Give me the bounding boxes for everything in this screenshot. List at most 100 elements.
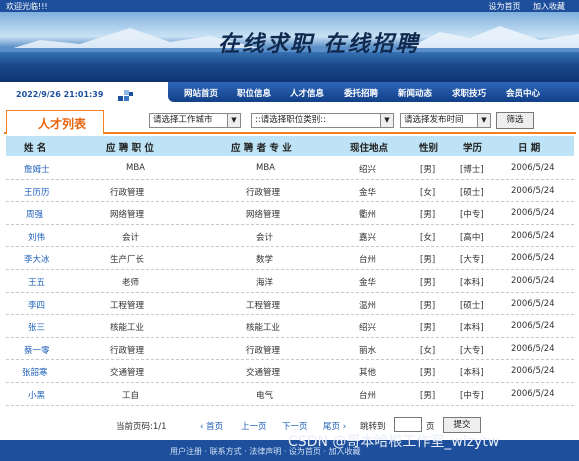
table-row[interactable]: 王五 老师 海洋 金华 [男] [本科] 2006/5/24	[6, 270, 574, 293]
cell-location: 其他	[359, 368, 377, 379]
cell-major: 数学	[256, 255, 274, 266]
cell-gender: [男]	[420, 210, 436, 221]
first-page-link[interactable]: ‹ 首页	[200, 420, 223, 432]
table-row[interactable]: 张三 核能工业 核能工业 绍兴 [男] [本科] 2006/5/24	[6, 315, 574, 338]
decorative-blocks-icon	[118, 90, 133, 101]
table-row[interactable]: 李大冰 生产厂长 数学 台州 [男] [大专] 2006/5/24	[6, 247, 574, 270]
welcome-text: 欢迎光临!!!	[6, 2, 48, 11]
cell-position: 网络管理	[110, 210, 145, 221]
chevron-down-icon: ▼	[380, 114, 393, 127]
top-bar: 欢迎光临!!! 设为首页 加入收藏	[0, 0, 579, 12]
table-row[interactable]: 蔡一零 行政管理 行政管理 丽水 [女] [大专] 2006/5/24	[6, 338, 574, 361]
category-select-value: ::请选择职位类别::	[255, 115, 326, 125]
cell-education: [高中]	[460, 232, 484, 243]
cell-major: 行政管理	[246, 187, 281, 198]
datetime-display: 2022/9/26 21:01:39	[16, 90, 104, 99]
cell-education: [中专]	[460, 390, 484, 401]
cell-position: 工程管理	[110, 300, 145, 311]
watermark-text: CSDN @哥本哈根工作室_wlzytw	[288, 434, 500, 450]
cell-name[interactable]: 詹姆士	[24, 163, 50, 175]
cell-major: 行政管理	[246, 345, 281, 356]
table-header: 姓 名 应 聘 职 位 应 聘 者 专 业 现住地点 性别 学历 日 期	[6, 136, 574, 156]
cell-major: 交通管理	[246, 368, 281, 379]
table-row[interactable]: 小黑 工自 电气 台州 [男] [中专] 2006/5/24	[6, 383, 574, 406]
cell-name[interactable]: 张韶寒	[22, 366, 48, 378]
table-row[interactable]: 周强 网络管理 网络管理 衢州 [男] [中专] 2006/5/24	[6, 202, 574, 225]
category-select[interactable]: ::请选择职位类别:: ▼	[251, 113, 394, 128]
cell-date: 2006/5/24	[511, 253, 555, 264]
city-select-value: 请选择工作城市	[153, 115, 213, 125]
cell-education: [大专]	[460, 255, 484, 266]
cell-major: 电气	[256, 390, 274, 401]
cell-date: 2006/5/24	[511, 343, 555, 354]
cell-date: 2006/5/24	[511, 388, 555, 399]
cell-name[interactable]: 张三	[28, 321, 45, 333]
header-education: 学历	[463, 143, 483, 154]
cell-gender: [女]	[420, 345, 436, 356]
cell-name[interactable]: 李四	[28, 299, 45, 311]
nav-item-news[interactable]: 新闻动态	[398, 87, 432, 99]
cell-name[interactable]: 王五	[28, 276, 45, 288]
table-row[interactable]: 张韶寒 交通管理 交通管理 其他 [男] [本科] 2006/5/24	[6, 360, 574, 383]
table-row[interactable]: 刘伟 会计 会计 嘉兴 [女] [高中] 2006/5/24	[6, 225, 574, 248]
cell-name[interactable]: 小黑	[28, 389, 45, 401]
cell-education: [本科]	[460, 277, 484, 288]
cell-name[interactable]: 王历历	[24, 186, 50, 198]
header-major: 应 聘 者 专 业	[231, 143, 292, 154]
time-select-value: 请选择发布时间	[404, 115, 464, 125]
cell-location: 温州	[359, 300, 377, 311]
cell-education: [大专]	[460, 345, 484, 356]
footer-bar: 用户注册 · 联系方式 · 法律声明 · 设为首页 · 加入收藏 CSDN @哥…	[0, 434, 579, 461]
cell-date: 2006/5/24	[511, 321, 555, 332]
nav-item-member[interactable]: 会员中心	[506, 87, 540, 99]
cell-gender: [男]	[420, 323, 436, 334]
top-links: 设为首页 加入收藏	[478, 1, 565, 12]
cell-education: [硕士]	[460, 187, 484, 198]
table-row[interactable]: 王历历 行政管理 行政管理 金华 [女] [硕士] 2006/5/24	[6, 180, 574, 203]
cell-location: 绍兴	[359, 165, 377, 175]
cell-name[interactable]: 刘伟	[28, 231, 45, 243]
nav-item-home[interactable]: 网站首页	[184, 87, 218, 99]
city-select[interactable]: 请选择工作城市 ▼	[149, 113, 241, 128]
cell-name[interactable]: 李大冰	[24, 253, 50, 265]
cell-position: 工自	[122, 390, 140, 401]
set-home-link[interactable]: 设为首页	[488, 2, 520, 11]
cell-name[interactable]: 蔡一零	[24, 344, 50, 356]
cell-education: [中专]	[460, 210, 484, 221]
cell-gender: [女]	[420, 232, 436, 243]
prev-page-link[interactable]: 上一页	[241, 420, 267, 432]
add-favorite-link[interactable]: 加入收藏	[533, 2, 565, 11]
cell-position: 行政管理	[110, 187, 145, 198]
cell-education: [本科]	[460, 368, 484, 379]
cell-name[interactable]: 周强	[26, 208, 43, 220]
cell-major: 海洋	[256, 277, 274, 288]
cell-location: 台州	[359, 390, 377, 401]
filter-button[interactable]: 筛选	[496, 112, 534, 129]
cell-major: 会计	[256, 232, 274, 243]
cell-date: 2006/5/24	[511, 366, 555, 377]
cell-date: 2006/5/24	[511, 185, 555, 196]
cell-date: 2006/5/24	[511, 163, 555, 173]
cell-date: 2006/5/24	[511, 275, 555, 286]
cell-location: 金华	[359, 277, 377, 288]
cell-gender: [女]	[420, 187, 436, 198]
header-position: 应 聘 职 位	[106, 143, 154, 154]
nav-item-delegate[interactable]: 委托招聘	[344, 87, 378, 99]
nav-item-tips[interactable]: 求职技巧	[452, 87, 486, 99]
table-row[interactable]: 李四 工程管理 工程管理 温州 [男] [硕士] 2006/5/24	[6, 293, 574, 316]
time-select[interactable]: 请选择发布时间 ▼	[400, 113, 491, 128]
cell-location: 绍兴	[359, 323, 377, 334]
cell-education: [本科]	[460, 323, 484, 334]
section-title: 人才列表	[38, 117, 87, 131]
table-row[interactable]: 詹姆士 MBA MBA 绍兴 [男] [博士] 2006/5/24	[6, 157, 574, 180]
talent-table-body: 詹姆士 MBA MBA 绍兴 [男] [博士] 2006/5/24 王历历 行政…	[6, 157, 574, 406]
page-number-input[interactable]	[394, 417, 422, 432]
cell-location: 丽水	[359, 345, 377, 356]
nav-item-jobs[interactable]: 职位信息	[237, 87, 271, 99]
cell-education: [硕士]	[460, 300, 484, 311]
header-location: 现住地点	[350, 143, 389, 154]
cell-date: 2006/5/24	[511, 230, 555, 241]
header-name: 姓 名	[24, 143, 47, 154]
header-gender: 性别	[419, 143, 439, 154]
nav-item-talents[interactable]: 人才信息	[290, 87, 324, 99]
